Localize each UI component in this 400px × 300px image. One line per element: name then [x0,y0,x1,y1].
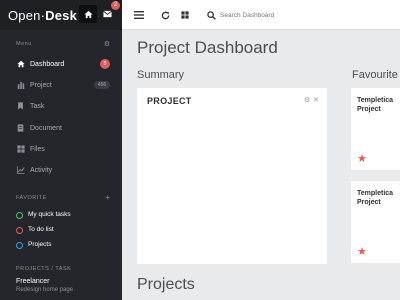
sidebar-item-files[interactable]: Files [0,139,122,159]
close-icon[interactable]: ✕ [313,96,319,104]
refresh-icon [161,11,169,19]
favorite-section-label: FAVORITE [16,195,47,201]
favourite-card-title: Templetica Project [357,97,394,113]
gear-icon[interactable]: ⚙ [304,96,310,104]
home-button[interactable] [79,5,97,23]
apps-button[interactable] [180,10,190,20]
project-task-item[interactable]: Freelancer Redesign home page [16,278,73,293]
bookmark-icon [16,102,25,111]
project-task-title: Freelancer [16,278,50,285]
sidebar-item-label: Activity [30,166,53,174]
sidebar-item-project[interactable]: Project 456 [0,75,122,95]
favorite-item-projects[interactable]: Projects [0,239,122,253]
add-favorite-button[interactable]: + [105,193,110,202]
favourite-card[interactable]: Templetica Project ★ [351,181,400,263]
sidebar-item-dashboard[interactable]: Dashboard 5 [0,54,122,74]
sidebar-item-task[interactable]: Task [0,96,122,116]
favourite-card-title: Templetica Project [357,190,394,206]
messages-button[interactable]: 2 [98,1,120,23]
favourite-card[interactable]: Templetica Project ★ [351,88,400,170]
favorite-item-quick-tasks[interactable]: My quick tasks [0,209,122,223]
sidebar-item-label: Dashboard [30,60,65,68]
settings-icon[interactable]: ⚙ [104,40,110,48]
sidebar: Open·Desk 2 Menu ⚙ Dashboard 5 Project 4… [0,0,122,300]
sidebar-item-label: Project [30,81,52,89]
logo-text-light: Open [8,8,41,23]
home-icon [83,10,93,18]
count-badge: 456 [94,81,110,89]
page-title: Project Dashboard [137,38,278,57]
grid-icon [181,11,189,19]
card-title: PROJECT [147,96,192,106]
favourites-title: Favourite [352,69,398,81]
document-icon [16,124,25,133]
star-icon[interactable]: ★ [357,154,367,165]
projects-task-section-label: PROJECTS / TASK [16,266,72,272]
status-dot [16,212,23,219]
hamburger-icon [134,11,144,19]
sidebar-item-label: Files [30,145,45,153]
sidebar-item-label: Task [30,102,45,110]
count-badge: 5 [100,59,110,69]
search-icon[interactable] [206,10,216,20]
favorite-label: Projects [28,241,52,248]
search-input[interactable] [220,9,340,21]
status-dot [16,242,23,249]
projects-section-title: Projects [137,276,195,293]
mail-icon [102,10,112,18]
summary-title: Summary [137,69,185,81]
home-icon [16,60,25,69]
refresh-button[interactable] [160,10,170,20]
favorite-item-todo[interactable]: To do list [0,224,122,238]
menu-toggle-button[interactable] [134,10,144,20]
favorite-label: My quick tasks [28,211,71,218]
sidebar-item-label: Document [30,124,62,132]
star-icon[interactable]: ★ [357,247,367,258]
project-task-subtitle: Redesign home page [16,287,74,293]
status-dot [16,227,23,234]
favorite-label: To do list [28,226,54,233]
activity-icon [16,166,25,175]
grid-icon [16,145,25,154]
menu-section-label: Menu [16,41,32,47]
card-tools: ⚙ ✕ [304,96,319,104]
logo-text-bold: Desk [45,8,78,23]
brand-bar: Open·Desk 2 [0,0,122,30]
app-logo[interactable]: Open·Desk [8,8,77,23]
notification-badge: 2 [111,1,120,10]
topbar [122,0,400,30]
summary-card: PROJECT ⚙ ✕ [137,88,327,264]
sidebar-item-document[interactable]: Document [0,118,122,138]
bar-chart-icon [16,81,25,90]
sidebar-item-activity[interactable]: Activity [0,160,122,180]
